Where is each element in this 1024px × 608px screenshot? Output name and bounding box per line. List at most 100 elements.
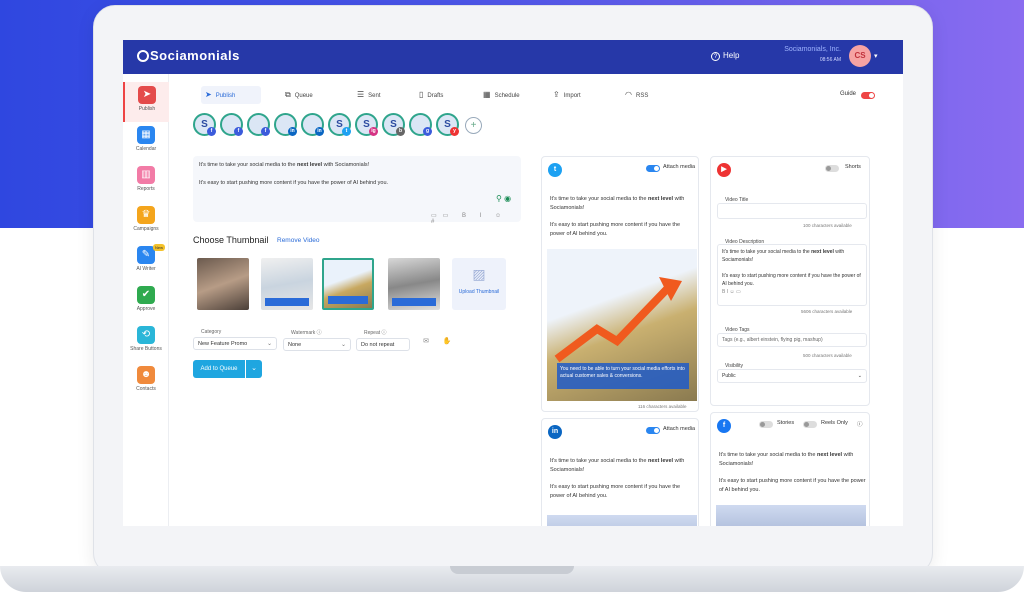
network-badge-icon: f (261, 127, 270, 136)
logo-ring-icon (137, 50, 149, 62)
network-badge-icon: b (396, 127, 405, 136)
location-icon[interactable]: ⚲ ◉ (496, 194, 511, 203)
video-tags-input[interactable]: Tags (e.g., albert einstein, flying pig,… (717, 333, 867, 347)
share-icon: ⟲ (137, 326, 155, 344)
account-avatar[interactable]: Sf (193, 113, 216, 136)
shorts-toggle[interactable] (825, 165, 839, 172)
sent-icon: ☰ (357, 90, 365, 99)
schedule-icon: ▦ (483, 90, 491, 99)
twitter-preview-card: t Attach media It's time to take your so… (541, 156, 699, 412)
twitter-icon: t (548, 163, 562, 177)
tab-import[interactable]: ⇪ Import (549, 86, 605, 104)
company-name: Sociamonials, Inc. (784, 46, 841, 53)
repeat-select[interactable]: Repeat ⓘ Do not repeat (356, 329, 410, 351)
help-icon: ? (711, 52, 720, 61)
linkedin-post-text: It's time to take your social media to t… (550, 458, 685, 473)
stories-toggle[interactable] (759, 421, 773, 428)
queue-icon: ⧉ (285, 90, 291, 99)
linkedin-icon: in (548, 425, 562, 439)
hand-icon[interactable]: ✋ (441, 336, 453, 348)
import-icon: ⇪ (553, 90, 560, 99)
help-link[interactable]: ? Help (711, 51, 739, 61)
reels-only-toggle[interactable] (803, 421, 817, 428)
publish-tabs: ➤ Publish ⧉ Queue ☰ Sent ▯ Drafts ▦ Schedule ⇪ Impo… (193, 86, 883, 104)
composer-toolbar[interactable]: ▭▭ B I ☺ # (431, 212, 521, 225)
tab-publish[interactable]: ➤ Publish (201, 86, 261, 104)
remove-video-link[interactable]: Remove Video (277, 237, 320, 244)
thumbnail-option-4[interactable] (388, 258, 440, 310)
video-title-input[interactable] (717, 203, 867, 219)
tab-drafts[interactable]: ▯ Drafts (415, 86, 471, 104)
choose-thumbnail-title: Choose Thumbnail (193, 235, 269, 245)
approve-icon: ✔ (137, 286, 155, 304)
account-avatar[interactable]: Sb (382, 113, 405, 136)
app-logo[interactable]: Sociamonials (137, 48, 240, 63)
user-avatar[interactable]: CS (849, 45, 871, 67)
bar-chart-icon: ▥ (137, 166, 155, 184)
network-badge-icon: in (315, 127, 324, 136)
chevron-down-icon: ⌄ (340, 342, 346, 348)
facebook-media-image (716, 505, 866, 526)
chevron-down-icon: ⌄ (266, 341, 272, 347)
account-avatar[interactable]: Sy (436, 113, 459, 136)
sidebar-item-publish[interactable]: ➤ Publish (123, 82, 169, 122)
paper-plane-icon: ➤ (138, 86, 156, 104)
sidebar-item-campaigns[interactable]: ♛ Campaigns (123, 202, 169, 242)
network-badge-icon: f (207, 127, 216, 136)
attach-media-toggle[interactable] (646, 427, 660, 434)
video-description-input[interactable]: It's time to take your social media to t… (717, 244, 867, 306)
visibility-select[interactable]: Public ⌄ (717, 369, 867, 383)
drafts-icon: ▯ (419, 90, 424, 99)
guide-toggle[interactable] (861, 92, 875, 99)
trophy-icon: ♛ (137, 206, 155, 224)
linkedin-media-image (547, 515, 697, 526)
account-avatar[interactable]: in (301, 113, 324, 136)
account-avatar[interactable]: f (247, 113, 270, 136)
send-icon: ➤ (205, 90, 212, 99)
add-to-queue-button[interactable]: Add to Queue (193, 360, 245, 378)
youtube-preview-card: ▶ Shorts Video Title 100 characters avai… (710, 156, 870, 406)
attach-media-toggle[interactable] (646, 165, 660, 172)
sidebar-item-ai-writer[interactable]: ✎ AI Writer New (123, 242, 169, 282)
rss-icon: ◠ (625, 90, 632, 99)
info-icon[interactable]: ⓘ (857, 420, 863, 428)
upload-thumbnail-button[interactable]: ▨ Upload Thumbnail (452, 258, 506, 310)
account-avatar[interactable]: in (274, 113, 297, 136)
sidebar-item-approve[interactable]: ✔ Approve (123, 282, 169, 322)
account-avatar[interactable]: Sig (355, 113, 378, 136)
tab-queue[interactable]: ⧉ Queue (281, 86, 337, 104)
tab-sent[interactable]: ☰ Sent (353, 86, 409, 104)
top-header: Sociamonials ? Help Sociamonials, Inc. 08… (123, 40, 903, 74)
new-badge: New (153, 244, 166, 251)
linkedin-preview-card: in Attach media It's time to take your s… (541, 418, 699, 526)
account-avatar[interactable]: f (220, 113, 243, 136)
network-badge-icon: in (288, 127, 297, 136)
watermark-select[interactable]: Watermark ⓘ None ⌄ (283, 329, 351, 351)
composer-line-2: It's easy to start pushing more content … (199, 180, 389, 186)
guide-label: Guide (840, 91, 857, 97)
tab-schedule[interactable]: ▦ Schedule (479, 86, 535, 104)
thumbnail-option-3[interactable] (322, 258, 374, 310)
sidebar: ➤ Publish ▦ Calendar ▥ Reports ♛ Campaigns ✎ AI W… (123, 74, 169, 526)
network-badge-icon: g (423, 127, 432, 136)
sidebar-item-share-buttons[interactable]: ⟲ Share Buttons (123, 322, 169, 362)
sidebar-item-reports[interactable]: ▥ Reports (123, 162, 169, 202)
thumbnail-option-1[interactable] (197, 258, 249, 310)
current-time: 08:56 AM (819, 57, 841, 63)
facebook-icon: f (717, 419, 731, 433)
category-select[interactable]: Category New Feature Promo ⌄ (193, 329, 277, 350)
account-avatar[interactable]: g (409, 113, 432, 136)
post-composer[interactable]: It's time to take your social media to t… (193, 156, 521, 225)
facebook-post-text: It's time to take your social media to t… (719, 452, 854, 467)
add-to-queue-dropdown[interactable]: ⌄ (246, 360, 262, 378)
chevron-down-icon[interactable]: ▾ (874, 52, 878, 60)
tab-rss[interactable]: ◠ RSS (621, 86, 677, 104)
email-icon[interactable]: ✉ (420, 336, 432, 348)
account-avatar[interactable]: St (328, 113, 351, 136)
add-account-button[interactable]: + (465, 117, 482, 134)
sidebar-item-calendar[interactable]: ▦ Calendar (123, 122, 169, 162)
description-toolbar: B I ☺ ▭ (722, 289, 741, 295)
thumbnail-option-2[interactable] (261, 258, 313, 310)
contacts-icon: ☻ (137, 366, 155, 384)
sidebar-item-contacts[interactable]: ☻ Contacts (123, 362, 169, 402)
